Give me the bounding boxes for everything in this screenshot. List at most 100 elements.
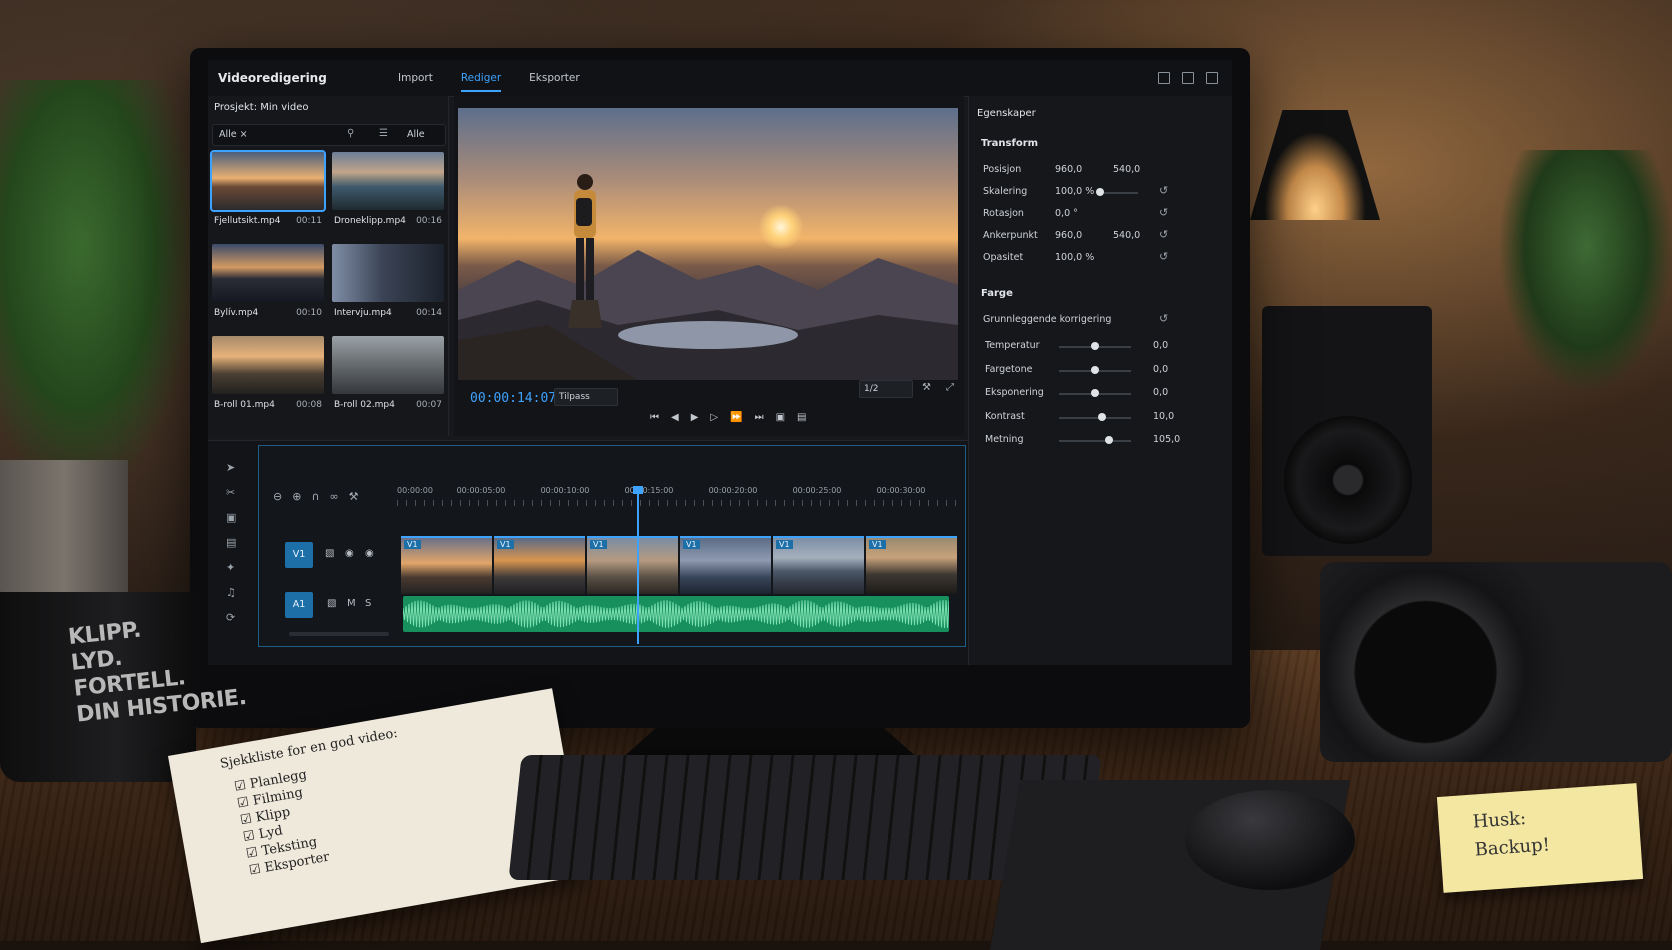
filter-all-chip[interactable]: Alle × [219, 129, 248, 140]
media-panel: Prosjekt: Min video Alle × ⚲ ☰ Alle Fjel… [208, 96, 449, 436]
video-clip[interactable]: V1 [773, 536, 864, 594]
color-slider[interactable] [1059, 342, 1131, 350]
visibility-icon[interactable]: ◉ [365, 548, 374, 559]
filter-all-dropdown[interactable]: Alle [407, 129, 425, 140]
expand-icon[interactable]: ⤢ [946, 382, 954, 393]
mark-in-icon[interactable]: ▣ [776, 412, 785, 423]
ruler-ticks [397, 500, 957, 506]
reset-icon[interactable]: ↺ [1159, 250, 1168, 263]
play-icon[interactable]: ▶ [691, 412, 699, 423]
color-slider[interactable] [1059, 412, 1131, 421]
video-clip[interactable]: V1 [494, 536, 585, 594]
image-icon[interactable]: ▣ [226, 511, 246, 524]
scale-slider[interactable] [1096, 188, 1138, 196]
wrench-icon[interactable]: ⚒ [922, 382, 931, 393]
basic-correction-row[interactable]: Grunnleggende korrigering ↺ [983, 312, 1223, 328]
color-heading: Farge [981, 288, 1013, 299]
color-slider[interactable] [1059, 436, 1131, 444]
media-clip[interactable]: B-roll 02.mp4 00:07 [332, 336, 444, 422]
tab-eksporter[interactable]: Eksporter [529, 60, 580, 96]
slider-knob[interactable] [1091, 389, 1099, 397]
slider-value: 105,0 [1153, 434, 1181, 445]
playhead[interactable] [632, 486, 643, 644]
position-x[interactable]: 960,0 [1055, 164, 1082, 175]
scale-value[interactable]: 100,0 % [1055, 186, 1094, 197]
layout-icon[interactable] [1158, 72, 1170, 84]
lock-icon[interactable]: ▧ [325, 548, 334, 559]
effects-icon[interactable]: ✦ [226, 561, 246, 574]
preview-panel: 00:00:14:07 Tilpass 1/2 ⚒ ⤢ ⏮ ◀ ▶ ▷ ⏩ ⏭ … [454, 96, 964, 436]
tab-rediger[interactable]: Rediger [460, 60, 502, 96]
preview-viewer[interactable] [458, 108, 958, 380]
fast-forward-icon[interactable]: ⏩ [730, 412, 742, 423]
position-y[interactable]: 540,0 [1113, 164, 1140, 175]
timeline-scrollbar[interactable] [289, 632, 389, 636]
step-back-icon[interactable]: ◀ [671, 412, 679, 423]
media-clip[interactable]: Bylív.mp4 00:10 [212, 244, 324, 330]
solo-button[interactable]: S [365, 598, 371, 609]
search-icon[interactable]: ⚲ [347, 128, 354, 139]
music-icon[interactable]: ♫ [226, 586, 246, 599]
clip-thumbnail [332, 152, 444, 210]
reset-icon[interactable]: ↺ [1159, 184, 1168, 197]
slider-knob[interactable] [1091, 342, 1099, 350]
video-clip[interactable]: V1 [587, 536, 678, 594]
clip-track-label: V1 [869, 540, 886, 549]
opacity-value[interactable]: 100,0 % [1055, 252, 1094, 263]
filter-icon[interactable]: ☰ [379, 128, 388, 139]
rotation-value[interactable]: 0,0 ° [1055, 208, 1078, 219]
editor-screen: Videoredigering Import Rediger Eksporter… [208, 60, 1232, 665]
zoom-out-icon[interactable]: ⊖ [273, 490, 282, 503]
transport-controls: ⏮ ◀ ▶ ▷ ⏩ ⏭ ▣ ▤ [650, 412, 806, 423]
slider-label: Fargetone [985, 363, 1033, 375]
text-icon[interactable]: ▤ [226, 536, 246, 549]
mark-out-icon[interactable]: ▤ [797, 412, 806, 423]
reset-icon[interactable]: ↺ [1159, 228, 1168, 241]
media-clip[interactable]: Intervju.mp4 00:14 [332, 244, 444, 330]
media-clip[interactable]: Fjellutsikt.mp4 00:11 [210, 150, 326, 238]
anchor-x[interactable]: 960,0 [1055, 230, 1082, 241]
quality-dropdown[interactable]: 1/2 [859, 380, 913, 398]
reset-icon[interactable]: ↺ [1159, 206, 1168, 219]
fullscreen-icon[interactable] [1206, 72, 1218, 84]
snap-icon[interactable]: ∩ [311, 490, 319, 503]
clip-track-label: V1 [590, 540, 607, 549]
media-grid: Fjellutsikt.mp4 00:11 Droneklipp.mp4 00:16… [210, 150, 444, 422]
plant [0, 80, 200, 500]
slider-knob[interactable] [1091, 365, 1099, 374]
razor-tool-icon[interactable]: ✂ [226, 486, 246, 499]
zoom-in-icon[interactable]: ⊕ [292, 490, 301, 503]
clip-track-label: V1 [776, 540, 793, 549]
track-name-a1[interactable]: A1 [285, 592, 313, 618]
video-clip[interactable]: V1 [866, 536, 957, 594]
step-forward-icon[interactable]: ▷ [710, 412, 718, 423]
media-clip[interactable]: B-roll 01.mp4 00:08 [212, 336, 324, 422]
go-to-end-icon[interactable]: ⏭ [755, 412, 764, 423]
shelf-plant [1500, 150, 1672, 390]
slider-knob[interactable] [1105, 436, 1114, 444]
eye-icon[interactable]: ◉ [345, 548, 354, 559]
video-clip[interactable]: V1 [680, 536, 771, 594]
track-name-v1[interactable]: V1 [285, 542, 313, 568]
video-clip[interactable]: V1 [401, 536, 492, 594]
tab-import[interactable]: Import [398, 60, 433, 96]
slider-knob[interactable] [1098, 412, 1107, 421]
anchor-y[interactable]: 540,0 [1113, 230, 1140, 241]
go-to-start-icon[interactable]: ⏮ [650, 412, 659, 423]
fit-dropdown[interactable]: Tilpass [554, 388, 618, 406]
audio-clip[interactable] [403, 596, 949, 632]
timeline-ruler[interactable]: 00:00:00 00:00:05:00 00:00:10:00 00:00:15:0… [397, 486, 957, 506]
select-tool-icon[interactable]: ➤ [226, 461, 246, 474]
mute-button[interactable]: M [347, 598, 356, 609]
wrench-icon[interactable]: ⚒ [349, 490, 359, 503]
media-clip[interactable]: Droneklipp.mp4 00:16 [332, 152, 444, 238]
link-icon[interactable]: ∞ [330, 490, 339, 503]
clip-thumbnail [332, 244, 444, 302]
reset-icon[interactable]: ↺ [1159, 312, 1168, 325]
color-slider[interactable] [1059, 389, 1131, 397]
lock-icon[interactable]: ▧ [327, 598, 336, 609]
slider-knob[interactable] [1096, 188, 1104, 196]
color-slider[interactable] [1059, 365, 1131, 374]
checklist: PlanleggFilmingKlippLydTekstingEksporter [233, 765, 331, 880]
panel-icon[interactable] [1182, 72, 1194, 84]
